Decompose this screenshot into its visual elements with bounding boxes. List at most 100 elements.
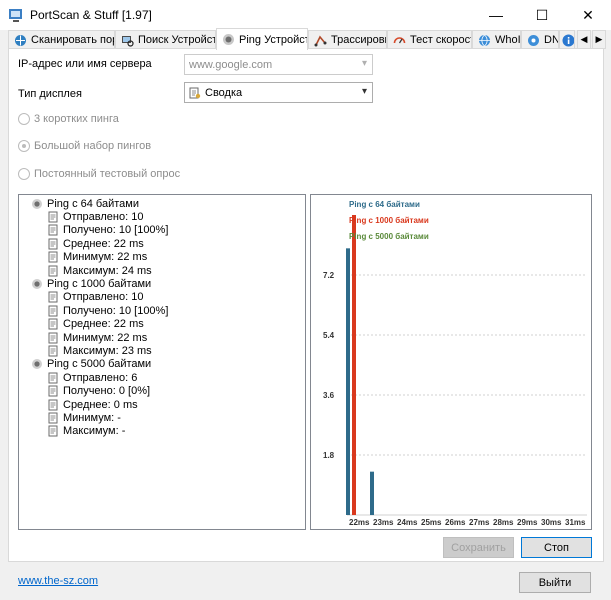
tree-item[interactable]: Среднее: 22 ms bbox=[47, 237, 144, 250]
tree-item[interactable]: Среднее: 0 ms bbox=[47, 398, 138, 411]
tree-item[interactable]: Отправлено: 6 bbox=[47, 371, 137, 384]
legend-entry: Ping с 64 байтами bbox=[349, 200, 420, 209]
tree-item[interactable]: Получено: 10 [100%] bbox=[47, 224, 168, 237]
radio-large-ping-set[interactable]: Большой набор пингов bbox=[18, 140, 151, 152]
save-button[interactable]: Сохранить bbox=[443, 537, 514, 558]
y-tick-label: 3.6 bbox=[323, 391, 335, 400]
tab-ping[interactable]: Ping Устройства bbox=[216, 28, 308, 50]
tree-group-label: Ping с 5000 байтами bbox=[47, 358, 152, 371]
legend-entry: Ping с 5000 байтами bbox=[349, 232, 429, 241]
chevron-down-icon: ▾ bbox=[361, 58, 367, 69]
host-label: IP-адрес или имя сервера bbox=[18, 58, 152, 70]
y-tick-label: 5.4 bbox=[323, 331, 335, 340]
tree-item[interactable]: Минимум: 22 ms bbox=[47, 331, 147, 344]
tab-whois[interactable]: WhoIs bbox=[472, 30, 521, 49]
tree-item-label: Получено: 10 [100%] bbox=[63, 304, 169, 317]
tree-item[interactable]: Отправлено: 10 bbox=[47, 291, 143, 304]
x-tick-label: 28ms bbox=[493, 518, 514, 527]
legend-entry: Ping с 1000 байтами bbox=[349, 216, 429, 225]
display-type-label: Тип дисплея bbox=[18, 88, 82, 100]
document-icon bbox=[47, 305, 59, 317]
radio-circle bbox=[18, 140, 30, 152]
tree-group[interactable]: Ping с 1000 байтами bbox=[31, 277, 151, 290]
network-scan-icon bbox=[13, 33, 27, 47]
document-icon bbox=[47, 425, 59, 437]
website-link[interactable]: www.the-sz.com bbox=[18, 575, 98, 587]
tree-item[interactable]: Максимум: 24 ms bbox=[47, 264, 152, 277]
tab-scroll-right[interactable]: ▶ bbox=[592, 30, 606, 49]
radio-short-ping[interactable]: 3 коротких пинга bbox=[18, 113, 119, 125]
tree-group[interactable]: Ping с 5000 байтами bbox=[31, 358, 151, 371]
x-tick-label: 24ms bbox=[397, 518, 418, 527]
tree-item[interactable]: Максимум: 23 ms bbox=[47, 344, 152, 357]
globe-icon bbox=[477, 33, 491, 47]
tree-item-label: Минимум: 22 ms bbox=[63, 251, 148, 264]
document-icon bbox=[47, 332, 59, 344]
tree-item-label: Среднее: 22 ms bbox=[63, 237, 144, 250]
tree-item-label: Отправлено: 10 bbox=[63, 291, 144, 304]
tree-item-label: Отправлено: 10 bbox=[63, 210, 144, 223]
document-icon bbox=[47, 372, 59, 384]
tree-item-label: Максимум: 23 ms bbox=[63, 344, 152, 357]
tab-dns[interactable]: DNS bbox=[521, 30, 559, 49]
tree-item-label: Среднее: 0 ms bbox=[63, 398, 138, 411]
tree-item[interactable]: Максимум: - bbox=[47, 425, 125, 438]
document-icon bbox=[47, 291, 59, 303]
tab-about[interactable] bbox=[559, 30, 575, 49]
tree-item[interactable]: Получено: 10 [100%] bbox=[47, 304, 168, 317]
tree-item-label: Минимум: 22 ms bbox=[63, 331, 148, 344]
radio-continuous-ping[interactable]: Постоянный тестовый опрос bbox=[18, 168, 180, 180]
tree-item[interactable]: Минимум: - bbox=[47, 411, 121, 424]
chevron-left-icon: ◀ bbox=[580, 34, 588, 44]
display-type-select[interactable]: Сводка ▾ bbox=[184, 82, 373, 103]
x-tick-label: 25ms bbox=[421, 518, 442, 527]
y-tick-label: 1.8 bbox=[323, 451, 335, 460]
maximize-button[interactable]: ☐ bbox=[519, 0, 565, 30]
device-search-icon bbox=[120, 33, 134, 47]
close-button[interactable]: ✕ bbox=[565, 0, 611, 30]
tab-traceroute[interactable]: Трассировка bbox=[308, 30, 387, 49]
tree-item-label: Максимум: 24 ms bbox=[63, 264, 152, 277]
info-icon bbox=[561, 33, 574, 47]
x-tick-label: 23ms bbox=[373, 518, 394, 527]
x-tick-label: 31ms bbox=[565, 518, 586, 527]
chart-bar bbox=[370, 471, 374, 515]
tab-strip: Сканировать порты Поиск Устройства Ping … bbox=[8, 28, 606, 50]
stop-button[interactable]: Стоп bbox=[521, 537, 592, 558]
exit-button[interactable]: Выйти bbox=[519, 572, 591, 593]
results-tree[interactable]: Ping с 64 байтами Отправлено: 10 Получено:… bbox=[18, 194, 306, 530]
tab-device-search[interactable]: Поиск Устройства bbox=[115, 30, 216, 49]
x-tick-label: 26ms bbox=[445, 518, 466, 527]
tree-item[interactable]: Среднее: 22 ms bbox=[47, 318, 144, 331]
host-input[interactable]: www.google.com ▾ bbox=[184, 54, 373, 75]
radio-circle bbox=[18, 113, 30, 125]
chart-bar bbox=[346, 248, 350, 516]
tree-group[interactable]: Ping с 64 байтами bbox=[31, 197, 139, 210]
x-tick-label: 30ms bbox=[541, 518, 562, 527]
trace-icon bbox=[313, 33, 327, 47]
ping-icon bbox=[31, 198, 43, 210]
tree-item[interactable]: Получено: 0 [0%] bbox=[47, 385, 150, 398]
x-tick-label: 22ms bbox=[349, 518, 370, 527]
tree-item-label: Минимум: - bbox=[63, 411, 121, 424]
ping-icon bbox=[221, 33, 235, 47]
x-tick-label: 29ms bbox=[517, 518, 538, 527]
document-icon bbox=[47, 412, 59, 424]
tab-speed-test[interactable]: Тест скорости bbox=[387, 30, 472, 49]
radio-circle bbox=[18, 168, 30, 180]
tab-scan-ports[interactable]: Сканировать порты bbox=[8, 30, 115, 49]
document-icon bbox=[47, 345, 59, 357]
tab-scroll-left[interactable]: ◀ bbox=[577, 30, 591, 49]
minimize-button[interactable]: — bbox=[473, 0, 519, 30]
ping-icon bbox=[31, 278, 43, 290]
ping-histogram: 7.2 5.4 3.6 1.8 22ms 23ms 24ms 25ms 26ms 27ms 28ms… bbox=[323, 200, 587, 527]
summary-icon bbox=[189, 87, 201, 99]
tree-group-label: Ping с 1000 байтами bbox=[47, 277, 152, 290]
tree-item[interactable]: Минимум: 22 ms bbox=[47, 251, 147, 264]
x-tick-label: 27ms bbox=[469, 518, 490, 527]
tree-item-label: Среднее: 22 ms bbox=[63, 318, 144, 331]
tree-item-label: Получено: 0 [0%] bbox=[63, 385, 151, 398]
tree-item[interactable]: Отправлено: 10 bbox=[47, 210, 143, 223]
tree-item-label: Отправлено: 6 bbox=[63, 371, 138, 384]
document-icon bbox=[47, 238, 59, 250]
